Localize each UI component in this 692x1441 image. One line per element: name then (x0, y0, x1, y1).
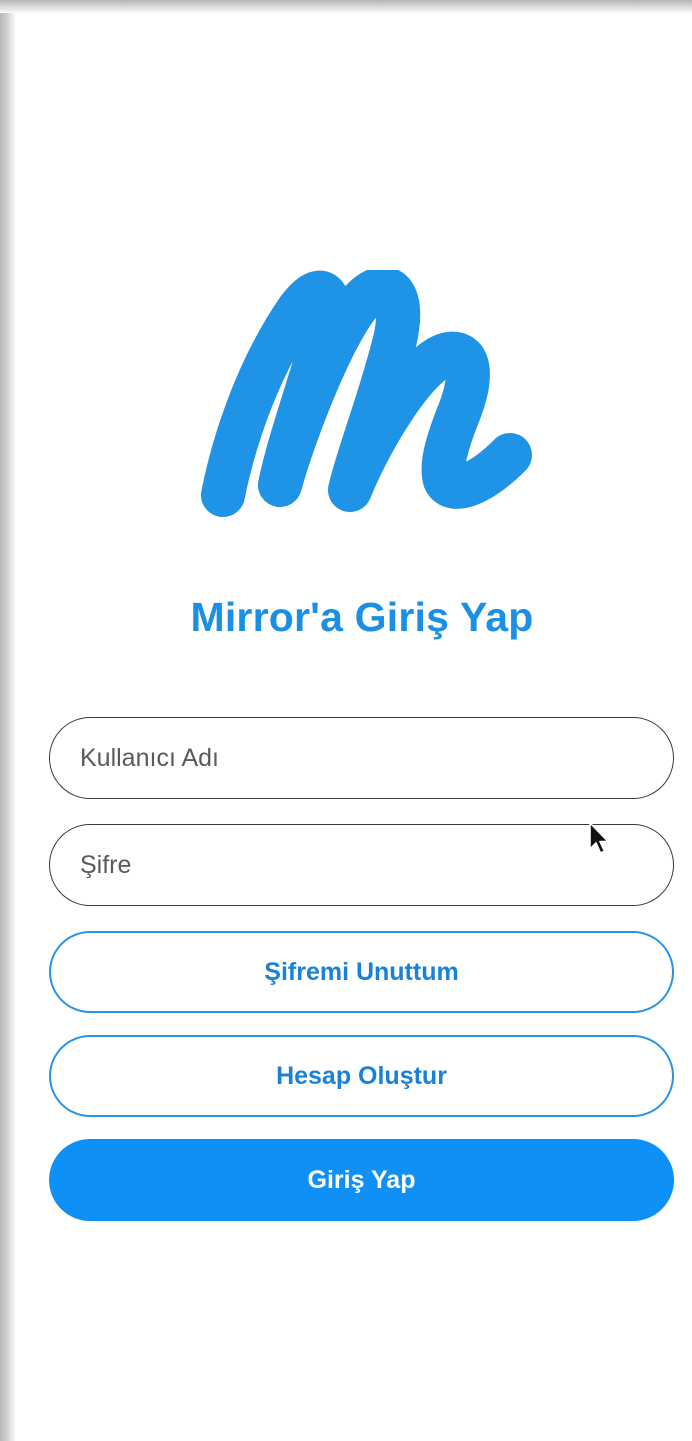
forgot-password-label: Şifremi Unuttum (264, 957, 459, 986)
login-button[interactable]: Giriş Yap (49, 1139, 674, 1221)
forgot-password-button[interactable]: Şifremi Unuttum (49, 931, 674, 1013)
create-account-label: Hesap Oluştur (276, 1061, 447, 1090)
login-screen: Mirror'a Giriş Yap Şifremi Unuttum Hesap… (0, 0, 692, 1441)
password-input[interactable] (49, 824, 674, 906)
login-button-label: Giriş Yap (307, 1165, 416, 1194)
mouse-pointer-icon (589, 822, 609, 854)
page-title: Mirror'a Giriş Yap (190, 594, 534, 640)
create-account-button[interactable]: Hesap Oluştur (49, 1035, 674, 1117)
username-input[interactable] (49, 717, 674, 799)
window-edge-shadow-top (0, 0, 692, 13)
window-edge-shadow-left (0, 0, 16, 1441)
mirror-m-logo-icon (201, 270, 532, 517)
